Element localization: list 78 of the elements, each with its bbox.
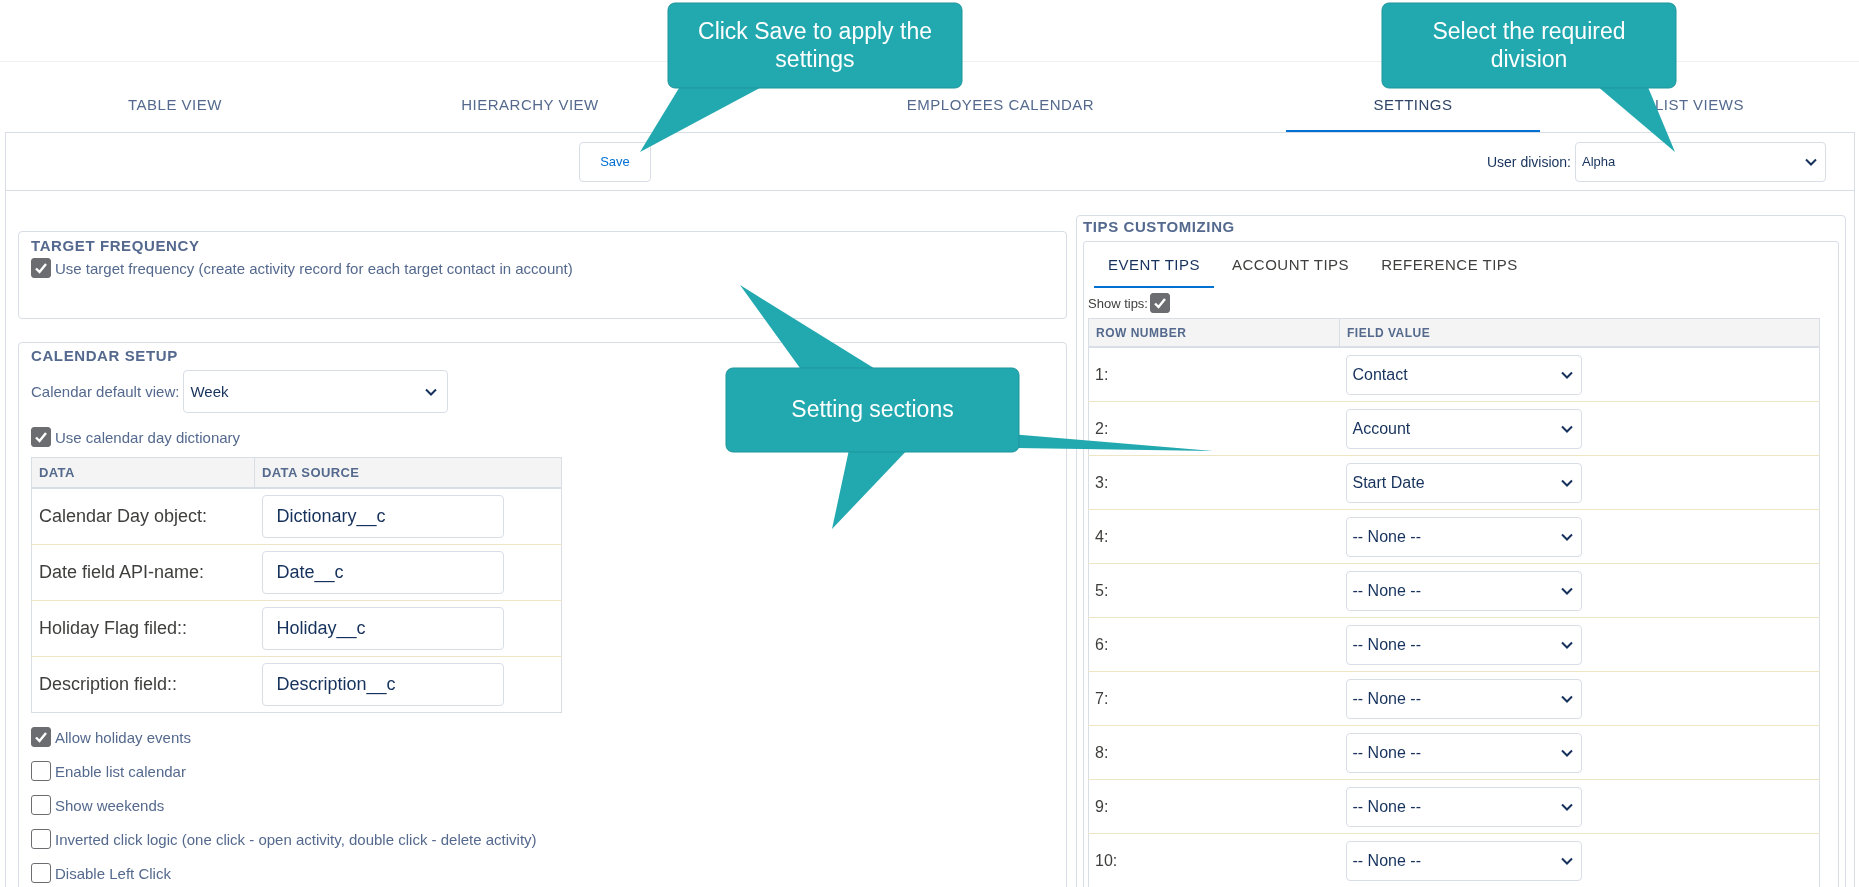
table-cell: Calendar Day object: (31, 488, 255, 545)
text-field[interactable]: Holiday__c (261, 607, 504, 650)
field-dropdown[interactable]: -- None -- (1345, 786, 1582, 827)
checkbox-label: Show weekends (55, 796, 165, 814)
tab[interactable]: HIERARCHY VIEW (461, 95, 599, 113)
section-title: TIPS CUSTOMIZING (1083, 218, 1236, 235)
view-dropdown[interactable]: Week (183, 370, 449, 413)
tab[interactable]: ACCOUNT TIPS (1218, 242, 1364, 288)
section-title: TARGET FREQUENCY (31, 237, 201, 254)
checkbox-label: Allow holiday events (55, 728, 191, 746)
table-cell: 3: (1088, 455, 1340, 510)
table-cell: 9: (1088, 779, 1340, 834)
text-field[interactable]: Description__c (261, 663, 504, 706)
field-dropdown[interactable]: -- None -- (1345, 570, 1582, 611)
caret-icon (1560, 586, 1573, 595)
caret-icon (1560, 478, 1573, 487)
field-dropdown[interactable]: -- None -- (1345, 624, 1582, 665)
caret-icon (1560, 532, 1573, 541)
tab[interactable]: EVENT TIPS (1094, 242, 1214, 288)
checkbox-label: Use target frequency (create activity record for each target contact in account) (55, 259, 573, 277)
callout-text: Setting sections (791, 396, 954, 424)
column-header: FIELD VALUE (1339, 318, 1820, 347)
section-title: CALENDAR SETUP (31, 347, 179, 364)
tab[interactable]: REFERENCE TIPS (1367, 242, 1532, 288)
field-dropdown[interactable]: -- None -- (1345, 678, 1582, 719)
field-dropdown[interactable]: Start Date (1345, 462, 1582, 503)
checkbox[interactable] (31, 727, 51, 747)
checkbox[interactable] (31, 795, 51, 815)
tab[interactable]: EMPLOYEES CALENDAR (906, 95, 1095, 113)
division-dropdown[interactable]: Alpha (1575, 141, 1826, 182)
caret-icon (1560, 640, 1573, 649)
callout-text: Click Save to apply the settings (697, 17, 933, 74)
caret-icon (1560, 856, 1573, 865)
caret-icon (1560, 748, 1573, 757)
field-dropdown[interactable]: Account (1345, 408, 1582, 449)
column-header: DATA SOURCE (254, 457, 562, 488)
tab[interactable]: TABLE VIEW (128, 95, 222, 113)
caret-icon (1560, 694, 1573, 703)
checkbox-label: Enable list calendar (55, 762, 186, 780)
caret-icon (1805, 157, 1817, 166)
caret-icon (1560, 802, 1573, 811)
checkbox[interactable] (31, 761, 51, 781)
table-cell: 7: (1088, 671, 1340, 726)
checkbox[interactable] (31, 829, 51, 849)
table-cell: Date field API-name: (31, 544, 255, 601)
checkbox[interactable] (31, 258, 51, 278)
checkbox[interactable] (1150, 293, 1170, 313)
table-cell: Description field:: (31, 656, 255, 713)
caret-icon (1560, 370, 1573, 379)
checkbox-label: Show tips: (1088, 295, 1148, 311)
checkbox-label: Use calendar day dictionary (55, 428, 241, 446)
table-cell: 5: (1088, 563, 1340, 618)
table-cell: 8: (1088, 725, 1340, 780)
table-cell: 10: (1088, 833, 1340, 887)
checkbox-label: Inverted click logic (one click - open activity, double click - delete activity) (55, 830, 537, 848)
field-label: Calendar default view: (31, 383, 180, 400)
checkbox-label: Disable Left Click (55, 864, 171, 882)
checkbox[interactable] (31, 427, 51, 447)
callout-text: Select the required division (1431, 17, 1627, 74)
table-cell: Holiday Flag filed:: (31, 600, 255, 657)
table-cell: 4: (1088, 509, 1340, 564)
table-cell: 6: (1088, 617, 1340, 672)
caret-icon (425, 387, 438, 396)
column-header: ROW NUMBER (1088, 318, 1340, 347)
table-cell: 1: (1088, 347, 1340, 402)
save-button[interactable]: Save (579, 141, 651, 182)
checkbox[interactable] (31, 863, 51, 883)
division-label: User division: (1486, 153, 1571, 170)
field-dropdown[interactable]: -- None -- (1345, 516, 1582, 557)
column-header: DATA (31, 457, 255, 488)
caret-icon (1560, 424, 1573, 433)
field-dropdown[interactable]: -- None -- (1345, 732, 1582, 773)
text-field[interactable]: Date__c (261, 551, 504, 594)
field-dropdown[interactable]: -- None -- (1345, 840, 1582, 881)
text-field[interactable]: Dictionary__c (261, 495, 504, 538)
tab[interactable]: LIST VIEWS (1655, 95, 1744, 113)
field-dropdown[interactable]: Contact (1345, 354, 1582, 395)
tab[interactable]: SETTINGS (1373, 95, 1453, 113)
